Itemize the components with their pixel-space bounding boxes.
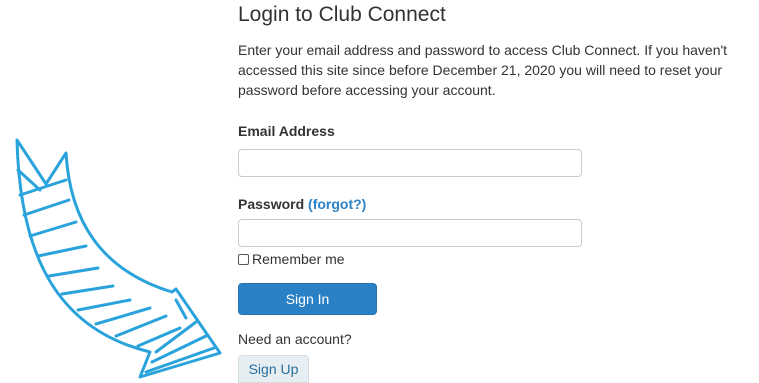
- password-label: Password (forgot?): [238, 196, 366, 212]
- page-title: Login to Club Connect: [238, 3, 446, 26]
- email-label-text: Email Address: [238, 123, 335, 139]
- email-field[interactable]: [238, 149, 582, 177]
- remember-me-checkbox[interactable]: [238, 253, 249, 265]
- need-account-text: Need an account?: [238, 331, 352, 347]
- remember-me-label: Remember me: [252, 251, 345, 267]
- sign-up-button[interactable]: Sign Up: [238, 355, 309, 383]
- login-instructions: Enter your email address and password to…: [238, 42, 728, 98]
- email-label: Email Address: [238, 123, 335, 139]
- sign-in-button[interactable]: Sign In: [238, 283, 377, 315]
- forgot-password-link[interactable]: (forgot?): [308, 196, 366, 212]
- curved-arrow-icon: [15, 138, 222, 379]
- remember-me[interactable]: Remember me: [238, 251, 345, 267]
- password-label-text: Password: [238, 196, 305, 212]
- password-field[interactable]: [238, 219, 582, 247]
- login-page: Login to Club Connect Enter your email a…: [0, 0, 759, 383]
